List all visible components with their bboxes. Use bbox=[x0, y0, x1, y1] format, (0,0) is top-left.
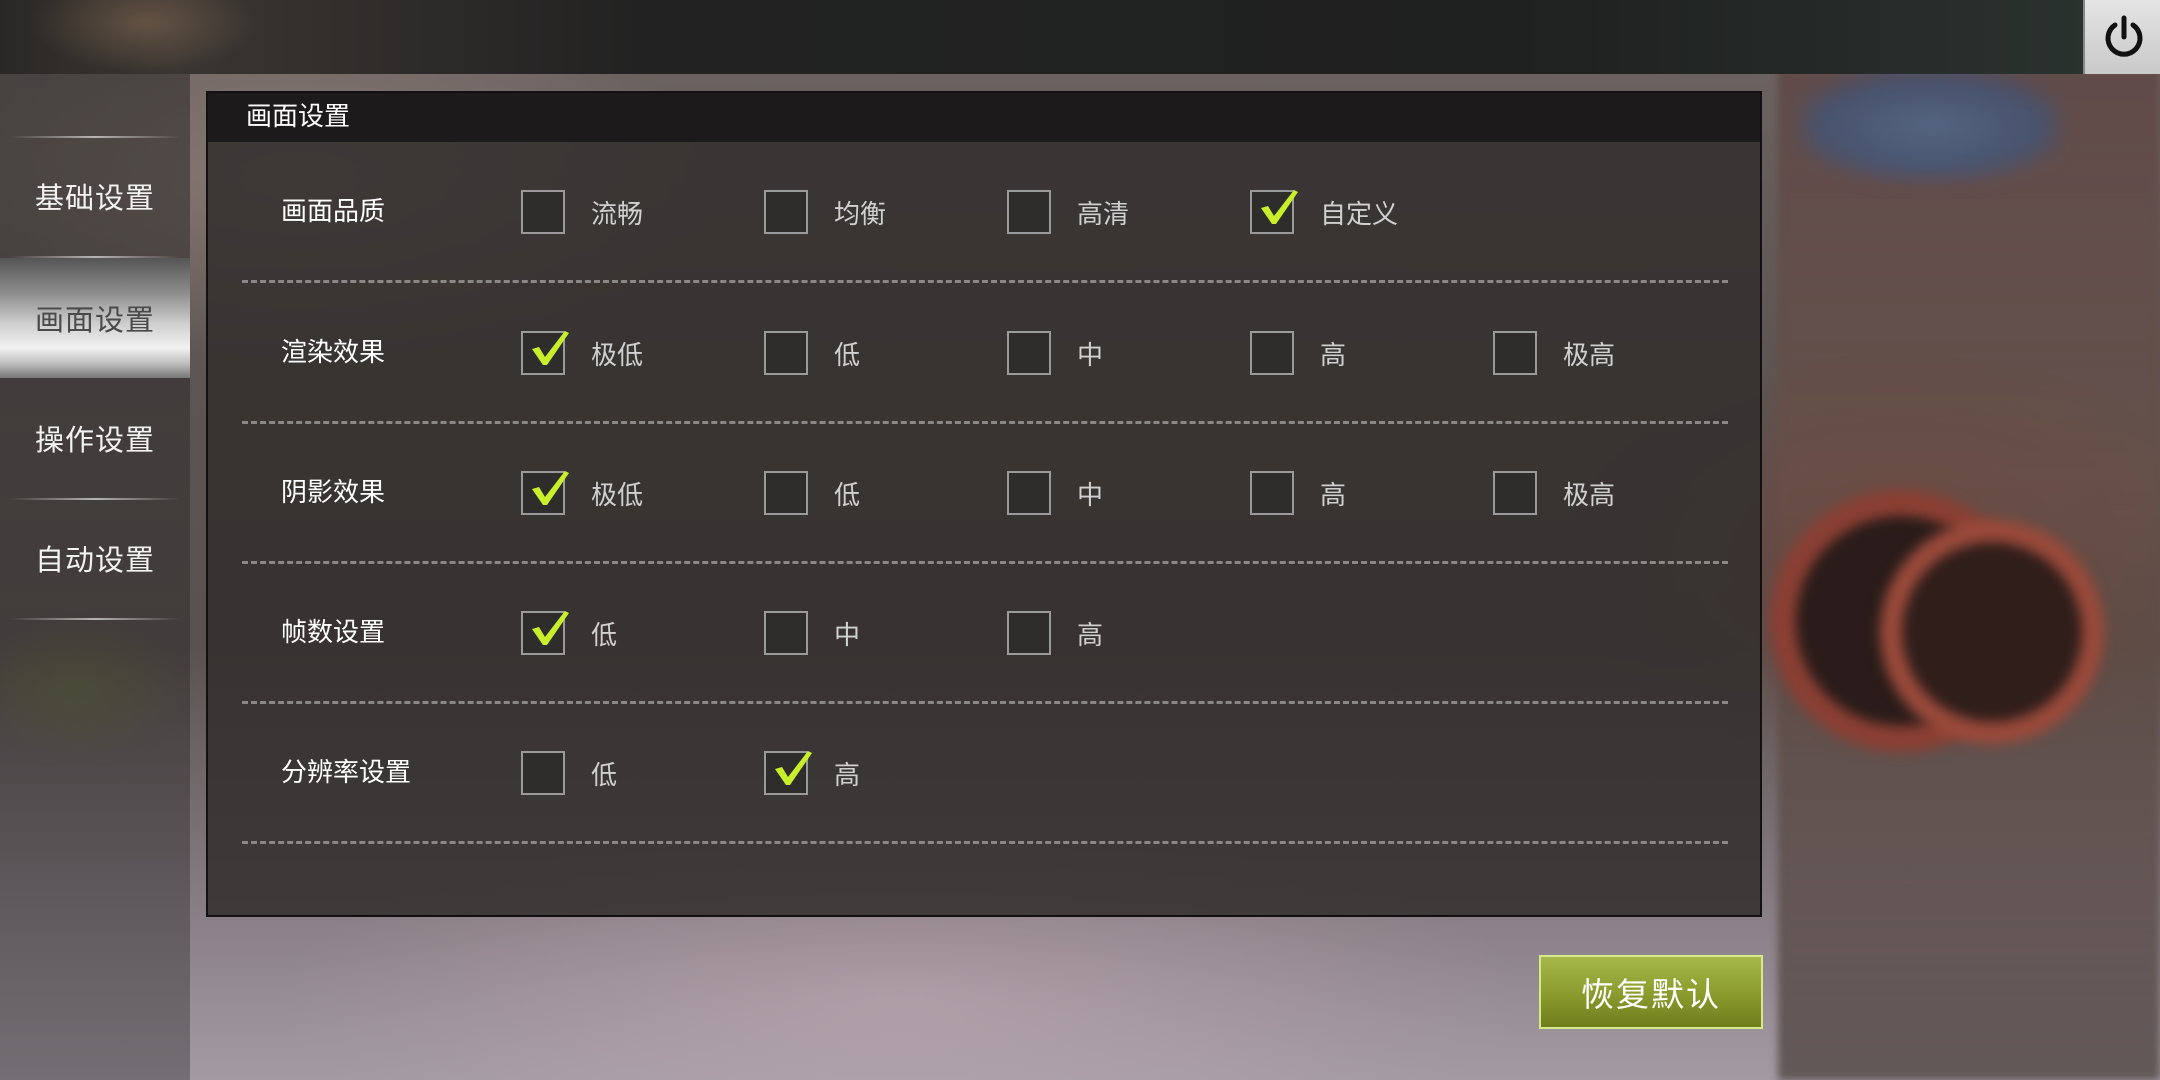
checkbox[interactable] bbox=[764, 471, 808, 515]
background-pipe bbox=[1880, 520, 2104, 744]
option-label: 高 bbox=[834, 760, 861, 791]
check-icon bbox=[532, 331, 569, 365]
row-divider bbox=[242, 841, 1728, 844]
check-icon bbox=[532, 611, 569, 645]
checkbox[interactable] bbox=[1250, 190, 1298, 234]
sidebar-item-auto-settings[interactable]: 自动设置 bbox=[0, 498, 190, 618]
checkbox[interactable] bbox=[521, 751, 565, 795]
checkbox[interactable] bbox=[1007, 190, 1051, 234]
option-label: 极低 bbox=[591, 480, 644, 511]
power-button[interactable] bbox=[2083, 0, 2160, 74]
restore-defaults-button[interactable]: 恢复默认 bbox=[1539, 955, 1763, 1029]
top-bar-emblem bbox=[30, 0, 260, 74]
setting-label: 画面品质 bbox=[281, 197, 386, 227]
option-label: 低 bbox=[834, 480, 861, 511]
option-frame-rate-2[interactable]: 高 bbox=[1007, 610, 1103, 656]
graphics-settings-panel: 画面设置 画面品质 流畅 均衡 高清 自定义 渲染效果 极低低中高极高 阴影效果 极低低中高极高… bbox=[206, 91, 1762, 917]
option-shadow-effect-1[interactable]: 低 bbox=[764, 470, 860, 516]
check-icon bbox=[532, 471, 569, 505]
option-shadow-effect-0[interactable]: 极低 bbox=[521, 470, 643, 516]
panel-header: 画面设置 bbox=[208, 93, 1760, 142]
checkbox[interactable] bbox=[521, 190, 565, 234]
checkbox[interactable] bbox=[764, 751, 812, 795]
setting-row-render-effect: 渲染效果 极低 低 中 高 极高 bbox=[208, 283, 1760, 424]
checkbox[interactable] bbox=[1007, 471, 1051, 515]
checkbox[interactable] bbox=[1493, 331, 1537, 375]
setting-row-graphics-quality: 画面品质 流畅 均衡 高清 自定义 bbox=[208, 142, 1760, 283]
checkbox[interactable] bbox=[1250, 331, 1294, 375]
setting-row-shadow-effect: 阴影效果 极低 低 中 高 极高 bbox=[208, 423, 1760, 564]
checkbox[interactable] bbox=[521, 471, 569, 515]
option-frame-rate-0[interactable]: 低 bbox=[521, 610, 617, 656]
option-label: 低 bbox=[591, 760, 618, 791]
setting-label: 帧数设置 bbox=[281, 618, 386, 648]
option-shadow-effect-4[interactable]: 极高 bbox=[1493, 470, 1615, 516]
setting-label: 分辨率设置 bbox=[281, 758, 412, 788]
option-label: 高 bbox=[1320, 480, 1347, 511]
option-label: 极高 bbox=[1563, 480, 1616, 511]
option-shadow-effect-2[interactable]: 中 bbox=[1007, 470, 1103, 516]
option-graphics-quality-0[interactable]: 流畅 bbox=[521, 189, 643, 235]
option-label: 高清 bbox=[1077, 199, 1130, 230]
setting-row-frame-rate: 帧数设置 低 中 高 bbox=[208, 563, 1760, 704]
sidebar-divider bbox=[10, 618, 180, 620]
setting-label: 渲染效果 bbox=[281, 338, 386, 368]
option-label: 高 bbox=[1077, 620, 1104, 651]
option-render-effect-1[interactable]: 低 bbox=[764, 330, 860, 376]
panel-title: 画面设置 bbox=[246, 102, 351, 132]
option-render-effect-0[interactable]: 极低 bbox=[521, 330, 643, 376]
checkbox[interactable] bbox=[1250, 471, 1294, 515]
option-label: 高 bbox=[1320, 340, 1347, 371]
checkbox[interactable] bbox=[1007, 331, 1051, 375]
option-frame-rate-1[interactable]: 中 bbox=[764, 610, 860, 656]
power-icon bbox=[2105, 15, 2142, 57]
sidebar-item-basic-settings[interactable]: 基础设置 bbox=[0, 136, 190, 256]
option-label: 流畅 bbox=[591, 199, 644, 230]
checkbox[interactable] bbox=[1007, 611, 1051, 655]
option-render-effect-2[interactable]: 中 bbox=[1007, 330, 1103, 376]
checkbox[interactable] bbox=[521, 331, 569, 375]
option-label: 中 bbox=[1077, 480, 1104, 511]
check-icon bbox=[775, 751, 812, 785]
setting-label: 阴影效果 bbox=[281, 478, 386, 508]
option-label: 自定义 bbox=[1320, 199, 1399, 230]
option-render-effect-3[interactable]: 高 bbox=[1250, 330, 1346, 376]
sidebar-item-graphics-settings[interactable]: 画面设置 bbox=[0, 258, 190, 378]
checkbox[interactable] bbox=[1493, 471, 1537, 515]
option-resolution-0[interactable]: 低 bbox=[521, 750, 617, 796]
option-label: 中 bbox=[834, 620, 861, 651]
option-resolution-1[interactable]: 高 bbox=[764, 750, 860, 796]
option-label: 极高 bbox=[1563, 340, 1616, 371]
option-render-effect-4[interactable]: 极高 bbox=[1493, 330, 1615, 376]
option-label: 中 bbox=[1077, 340, 1104, 371]
checkbox[interactable] bbox=[764, 331, 808, 375]
check-icon bbox=[1261, 190, 1298, 224]
option-label: 极低 bbox=[591, 340, 644, 371]
option-graphics-quality-1[interactable]: 均衡 bbox=[764, 189, 886, 235]
option-shadow-effect-3[interactable]: 高 bbox=[1250, 470, 1346, 516]
settings-sidebar: 基础设置 画面设置 操作设置 自动设置 bbox=[0, 74, 190, 1080]
sidebar-item-control-settings[interactable]: 操作设置 bbox=[0, 378, 190, 498]
option-label: 均衡 bbox=[834, 199, 887, 230]
option-graphics-quality-3[interactable]: 自定义 bbox=[1250, 189, 1398, 235]
option-label: 低 bbox=[834, 340, 861, 371]
checkbox[interactable] bbox=[764, 190, 808, 234]
checkbox[interactable] bbox=[521, 611, 569, 655]
option-graphics-quality-2[interactable]: 高清 bbox=[1007, 189, 1129, 235]
checkbox[interactable] bbox=[764, 611, 808, 655]
setting-row-resolution: 分辨率设置 低 高 bbox=[208, 703, 1760, 844]
option-label: 低 bbox=[591, 620, 618, 651]
top-bar bbox=[0, 0, 2160, 74]
